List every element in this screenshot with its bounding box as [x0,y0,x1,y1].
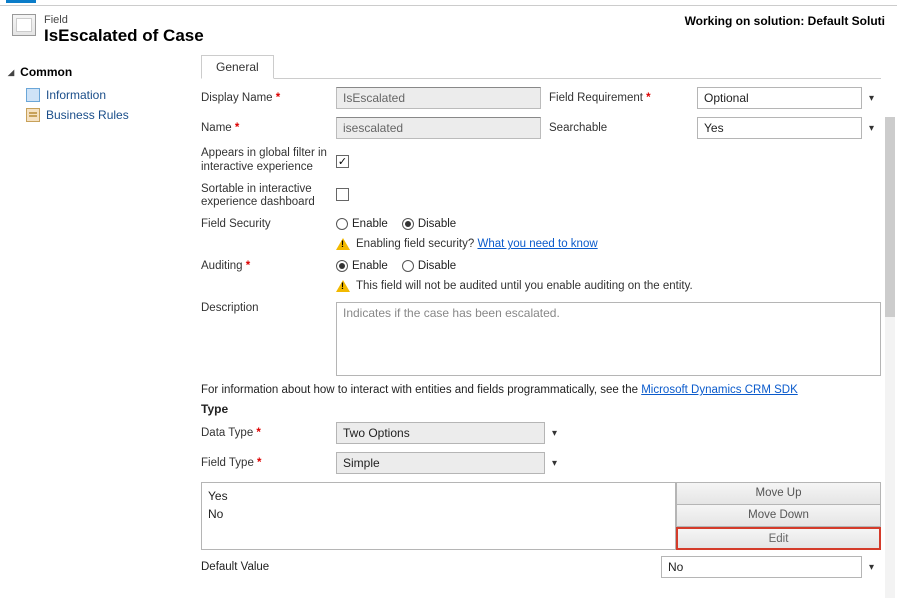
move-down-button[interactable]: Move Down [676,505,881,528]
field-security-warning: Enabling field security? What you need t… [336,238,881,250]
tabs: General [201,55,881,79]
header-kicker: Field [44,14,685,26]
move-up-button[interactable]: Move Up [676,482,881,505]
option-item-yes[interactable]: Yes [208,487,669,505]
chevron-down-icon: ▾ [544,452,564,474]
sidebar: Common Information Business Rules [0,53,191,598]
option-item-no[interactable]: No [208,505,669,523]
field-requirement-select[interactable]: Optional ▾ [697,87,881,109]
field-security-label: Field Security [201,218,336,230]
display-name-input[interactable]: IsEscalated [336,87,541,109]
sdk-hint: For information about how to interact wi… [201,384,881,396]
nav-item-label: Information [46,88,106,102]
searchable-label: Searchable [549,122,689,134]
sortable-label: Sortable in interactive experience dashb… [201,183,336,211]
business-rules-icon [26,108,40,122]
default-value-label: Default Value [201,561,661,573]
data-type-select: Two Options ▾ [336,422,564,444]
appears-filter-label: Appears in global filter in interactive … [201,147,336,175]
type-section-title: Type [201,402,881,416]
warning-icon [336,238,350,250]
options-list[interactable]: Yes No [201,482,676,550]
chevron-down-icon: ▾ [861,117,881,139]
description-input[interactable] [336,302,881,376]
nav-item-label: Business Rules [46,108,129,122]
name-input: isescalated [336,117,541,139]
scrollbar[interactable] [885,117,895,598]
searchable-value: Yes [697,117,881,139]
data-type-label: Data Type [201,427,336,439]
field-requirement-label: Field Requirement [549,92,689,104]
sdk-link[interactable]: Microsoft Dynamics CRM SDK [641,384,798,396]
field-security-enable[interactable]: Enable [336,218,388,230]
field-requirement-value: Optional [697,87,881,109]
nav-group-common[interactable]: Common [8,65,183,79]
edit-button[interactable]: Edit [676,527,881,550]
information-icon [26,88,40,102]
auditing-enable[interactable]: Enable [336,260,388,272]
auditing-disable[interactable]: Disable [402,260,456,272]
field-type-label: Field Type [201,457,336,469]
scrollbar-thumb[interactable] [885,117,895,317]
nav-item-information[interactable]: Information [8,85,183,105]
field-security-disable[interactable]: Disable [402,218,456,230]
tab-general[interactable]: General [201,55,274,79]
chevron-down-icon: ▾ [544,422,564,444]
chevron-down-icon: ▾ [861,87,881,109]
fs-warning-link[interactable]: What you need to know [477,238,597,250]
page-title: IsEscalated of Case [44,26,685,46]
name-label: Name [201,122,336,134]
description-label: Description [201,302,336,314]
appears-filter-checkbox[interactable] [336,155,349,168]
field-type-select: Simple ▾ [336,452,564,474]
warning-icon [336,280,350,292]
field-icon [12,14,36,36]
nav-item-business-rules[interactable]: Business Rules [8,105,183,125]
auditing-warning: This field will not be audited until you… [336,280,881,292]
sortable-checkbox[interactable] [336,188,349,201]
auditing-label: Auditing [201,260,336,272]
default-value-select[interactable]: No ▾ [661,556,881,578]
chevron-down-icon: ▾ [861,556,881,578]
page-header: Field IsEscalated of Case Working on sol… [0,6,897,53]
display-name-label: Display Name [201,92,336,104]
solution-context: Working on solution: Default Soluti [685,14,885,28]
searchable-select[interactable]: Yes ▾ [697,117,881,139]
